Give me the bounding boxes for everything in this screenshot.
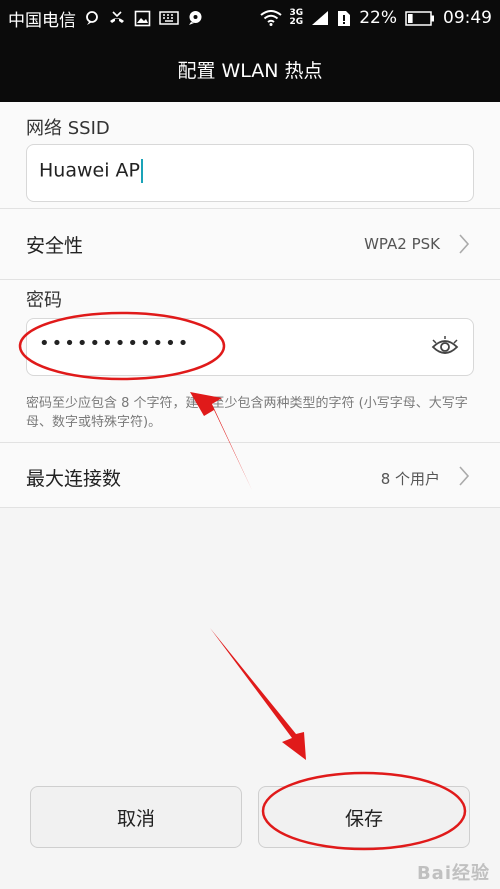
watermark-logo: Bai经验 bbox=[416, 863, 490, 884]
password-highlight-ellipse bbox=[18, 311, 226, 381]
arrow-to-save bbox=[210, 628, 306, 760]
annotation-overlay bbox=[18, 311, 467, 851]
arrow-to-password bbox=[190, 392, 252, 490]
save-highlight-ellipse bbox=[261, 771, 467, 851]
